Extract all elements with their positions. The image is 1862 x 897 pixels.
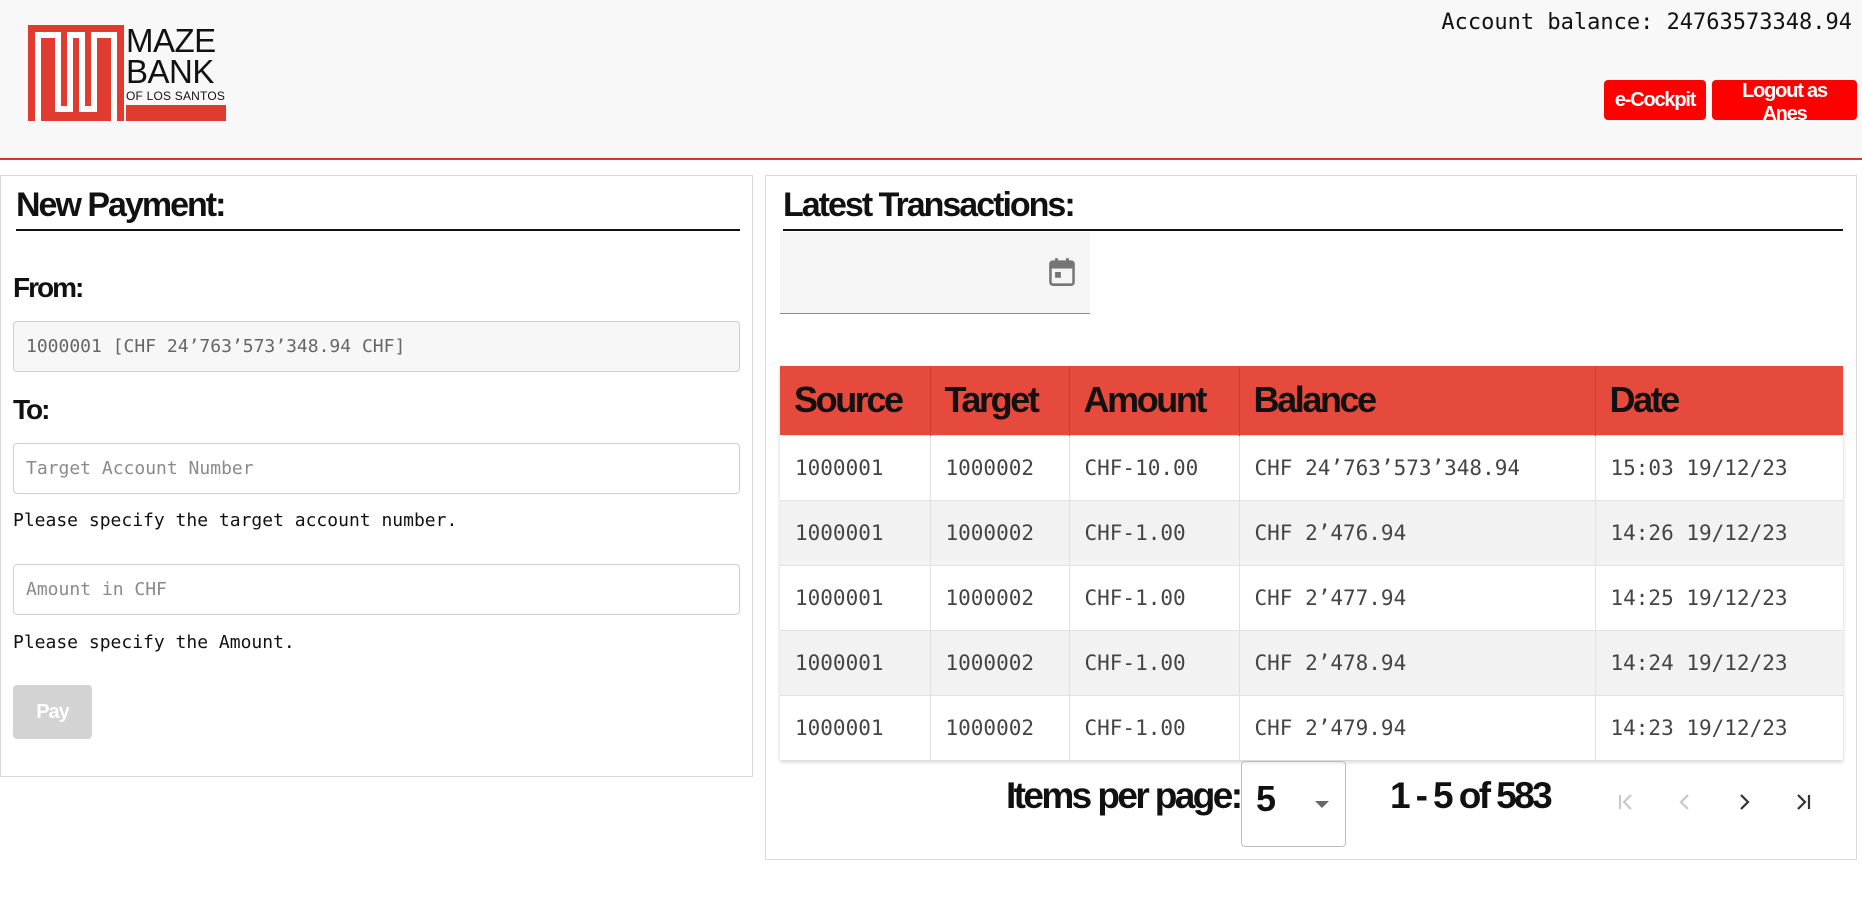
latest-transactions-card: Latest Transactions: Source Target Amoun… — [765, 175, 1857, 860]
table-row: 1000001 1000002 CHF-1.00 CHF 2’477.94 14… — [780, 564, 1843, 630]
cell-balance: CHF 2’476.94 — [1239, 499, 1596, 565]
cell-balance: CHF 2’477.94 — [1239, 564, 1596, 630]
table-row: 1000001 1000002 CHF-1.00 CHF 2’478.94 14… — [780, 629, 1843, 695]
cell-target: 1000002 — [930, 499, 1070, 565]
cell-date: 14:24 19/12/23 — [1595, 629, 1843, 695]
logo-wordmark: MAZE BANK OF LOS SANTOS — [126, 22, 238, 103]
table-row: 1000001 1000002 CHF-1.00 CHF 2’479.94 14… — [780, 694, 1843, 760]
table-row: 1000001 1000002 CHF-10.00 CHF 24’763’573… — [780, 434, 1843, 500]
calendar-icon[interactable] — [1048, 257, 1076, 287]
balance-label: Account balance: — [1441, 10, 1654, 35]
dropdown-arrow-icon — [1315, 801, 1329, 808]
cell-target: 1000002 — [930, 694, 1070, 760]
first-page-icon — [1618, 794, 1632, 810]
new-payment-card: New Payment: From: To: Please specify th… — [0, 175, 753, 777]
items-per-page-value: 5 — [1256, 778, 1277, 819]
cell-target: 1000002 — [930, 434, 1070, 500]
from-account-field[interactable] — [13, 321, 740, 372]
cell-source: 1000001 — [780, 499, 931, 565]
cell-amount: CHF-1.00 — [1069, 629, 1240, 695]
table-header-row: Source Target Amount Balance Date — [780, 366, 1843, 435]
cell-amount: CHF-1.00 — [1069, 564, 1240, 630]
items-per-page-label: Items per page: — [1006, 775, 1243, 816]
cell-date: 14:23 19/12/23 — [1595, 694, 1843, 760]
cell-date: 14:25 19/12/23 — [1595, 564, 1843, 630]
amount-input[interactable] — [13, 564, 740, 615]
cell-amount: CHF-1.00 — [1069, 499, 1240, 565]
previous-page-button[interactable] — [1664, 781, 1706, 823]
cell-balance: CHF 2’479.94 — [1239, 694, 1596, 760]
cell-date: 15:03 19/12/23 — [1595, 434, 1843, 500]
column-date[interactable]: Date — [1595, 366, 1843, 435]
account-balance: Account balance: 24763573348.94 — [1441, 10, 1852, 35]
maze-bank-logo[interactable]: MAZE BANK OF LOS SANTOS — [28, 22, 238, 121]
cell-balance: CHF 24’763’573’348.94 — [1239, 434, 1596, 500]
cell-source: 1000001 — [780, 629, 931, 695]
column-balance[interactable]: Balance — [1239, 366, 1596, 435]
target-account-hint: Please specify the target account number… — [13, 510, 458, 531]
maze-logo-icon — [28, 25, 124, 121]
table-paginator: Items per page: 5 1 - 5 of 583 — [766, 761, 1858, 851]
last-page-button[interactable] — [1782, 781, 1824, 823]
column-amount[interactable]: Amount — [1069, 366, 1240, 435]
transactions-table: Source Target Amount Balance Date 100000… — [780, 366, 1843, 760]
logo-bar — [126, 105, 226, 121]
logo-line-1: MAZE — [126, 22, 216, 59]
target-account-input[interactable] — [13, 443, 740, 494]
latest-transactions-title: Latest Transactions: — [783, 186, 1843, 231]
app-header: MAZE BANK OF LOS SANTOS Account balance:… — [0, 0, 1862, 160]
cell-target: 1000002 — [930, 629, 1070, 695]
date-filter-input[interactable] — [780, 232, 1090, 314]
next-page-icon — [1740, 794, 1750, 810]
page-range-label: 1 - 5 of 583 — [1390, 775, 1553, 816]
logo-line-2: BANK — [126, 53, 214, 90]
column-target[interactable]: Target — [930, 366, 1070, 435]
from-label: From: — [13, 272, 84, 303]
first-page-button[interactable] — [1605, 781, 1647, 823]
logout-button[interactable]: Logout as Anes — [1712, 80, 1857, 125]
column-source[interactable]: Source — [780, 366, 931, 435]
cell-target: 1000002 — [930, 564, 1070, 630]
next-page-button[interactable] — [1723, 781, 1765, 823]
logo-line-3: OF LOS SANTOS — [126, 89, 226, 103]
cell-source: 1000001 — [780, 694, 931, 760]
cell-balance: CHF 2’478.94 — [1239, 629, 1596, 695]
cell-date: 14:26 19/12/23 — [1595, 499, 1843, 565]
table-row: 1000001 1000002 CHF-1.00 CHF 2’476.94 14… — [780, 499, 1843, 565]
e-cockpit-button[interactable]: e-Cockpit — [1604, 80, 1706, 120]
cell-amount: CHF-1.00 — [1069, 694, 1240, 760]
previous-page-icon — [1679, 794, 1689, 810]
items-per-page-select[interactable]: 5 — [1241, 761, 1346, 847]
to-label: To: — [13, 394, 50, 425]
cell-source: 1000001 — [780, 434, 931, 500]
balance-value: 24763573348.94 — [1666, 10, 1852, 35]
cell-amount: CHF-10.00 — [1069, 434, 1240, 500]
cell-source: 1000001 — [780, 564, 931, 630]
new-payment-title: New Payment: — [16, 186, 740, 231]
last-page-icon — [1797, 794, 1811, 810]
pay-button[interactable]: Pay — [13, 685, 92, 739]
amount-hint: Please specify the Amount. — [13, 632, 295, 653]
